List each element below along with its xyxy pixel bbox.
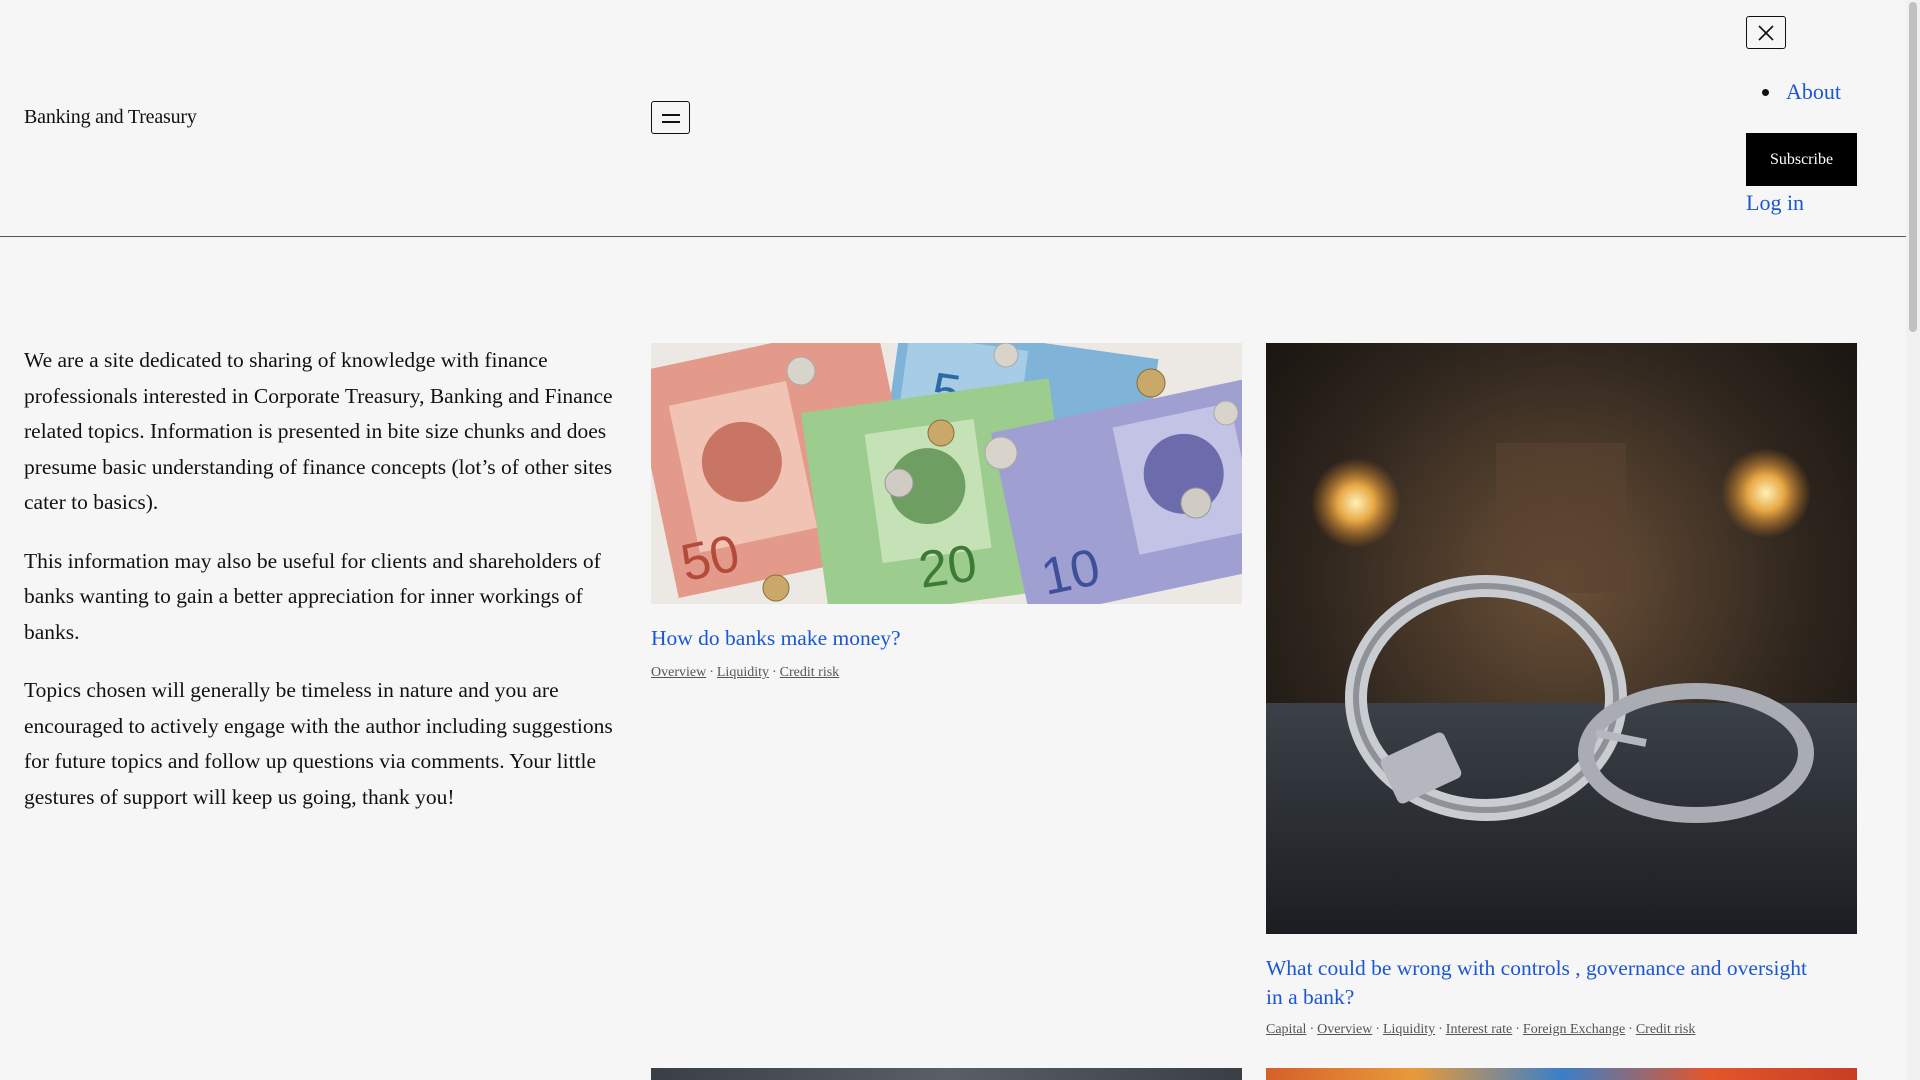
page: Banking and Treasury About Subscribe Log… (0, 0, 1920, 1080)
post-tags: Capital · Overview · Liquidity · Interest rate… (1266, 1022, 1696, 1037)
close-icon (1758, 25, 1774, 41)
tag-link[interactable]: Foreign Exchange (1523, 1022, 1625, 1037)
intro-paragraph: Topics chosen will generally be timeless… (24, 678, 613, 809)
login-link[interactable]: Log in (1746, 190, 1804, 216)
post-image[interactable] (1266, 1068, 1857, 1080)
nav-about-link[interactable]: About (1786, 79, 1841, 105)
svg-text:20: 20 (915, 534, 980, 599)
scrollbar-thumb[interactable] (1909, 2, 1917, 332)
site-title[interactable]: Banking and Treasury (24, 106, 197, 129)
post-title-link[interactable]: How do banks make money? (651, 624, 1242, 653)
intro-paragraph: This information may also be useful for … (24, 548, 601, 644)
tag-link[interactable]: Liquidity (717, 665, 769, 680)
post-image[interactable] (651, 1068, 1242, 1080)
tag-link[interactable]: Liquidity (1383, 1022, 1435, 1037)
post-tags: Overview · Liquidity · Credit risk (651, 665, 840, 680)
tag-link[interactable]: Overview (1317, 1022, 1372, 1037)
tag-link[interactable]: Overview (651, 665, 706, 680)
intro-text: We are a site dedicated to sharing of kn… (24, 343, 624, 838)
header-divider (0, 236, 1906, 237)
svg-text:50: 50 (676, 524, 745, 593)
intro-paragraph: We are a site dedicated to sharing of kn… (24, 348, 613, 514)
menu-toggle-button[interactable] (651, 101, 690, 134)
tag-link[interactable]: Capital (1266, 1022, 1306, 1037)
tag-link[interactable]: Credit risk (1636, 1022, 1696, 1037)
tag-link[interactable]: Credit risk (780, 665, 840, 680)
subscribe-button[interactable]: Subscribe (1746, 133, 1857, 186)
nav-bullet (1762, 89, 1769, 96)
canadian-banknotes-and-coins-image[interactable]: 5 50 20 (651, 343, 1242, 604)
handcuffs-image[interactable] (1266, 343, 1857, 934)
svg-text:10: 10 (1036, 538, 1105, 604)
post-title-link[interactable]: What could be wrong with controls , gove… (1266, 954, 1826, 1012)
scrollbar[interactable] (1906, 0, 1920, 1080)
hamburger-icon (662, 114, 680, 116)
tag-link[interactable]: Interest rate (1446, 1022, 1512, 1037)
hamburger-icon-bar (662, 121, 680, 123)
close-menu-button[interactable] (1746, 16, 1786, 49)
